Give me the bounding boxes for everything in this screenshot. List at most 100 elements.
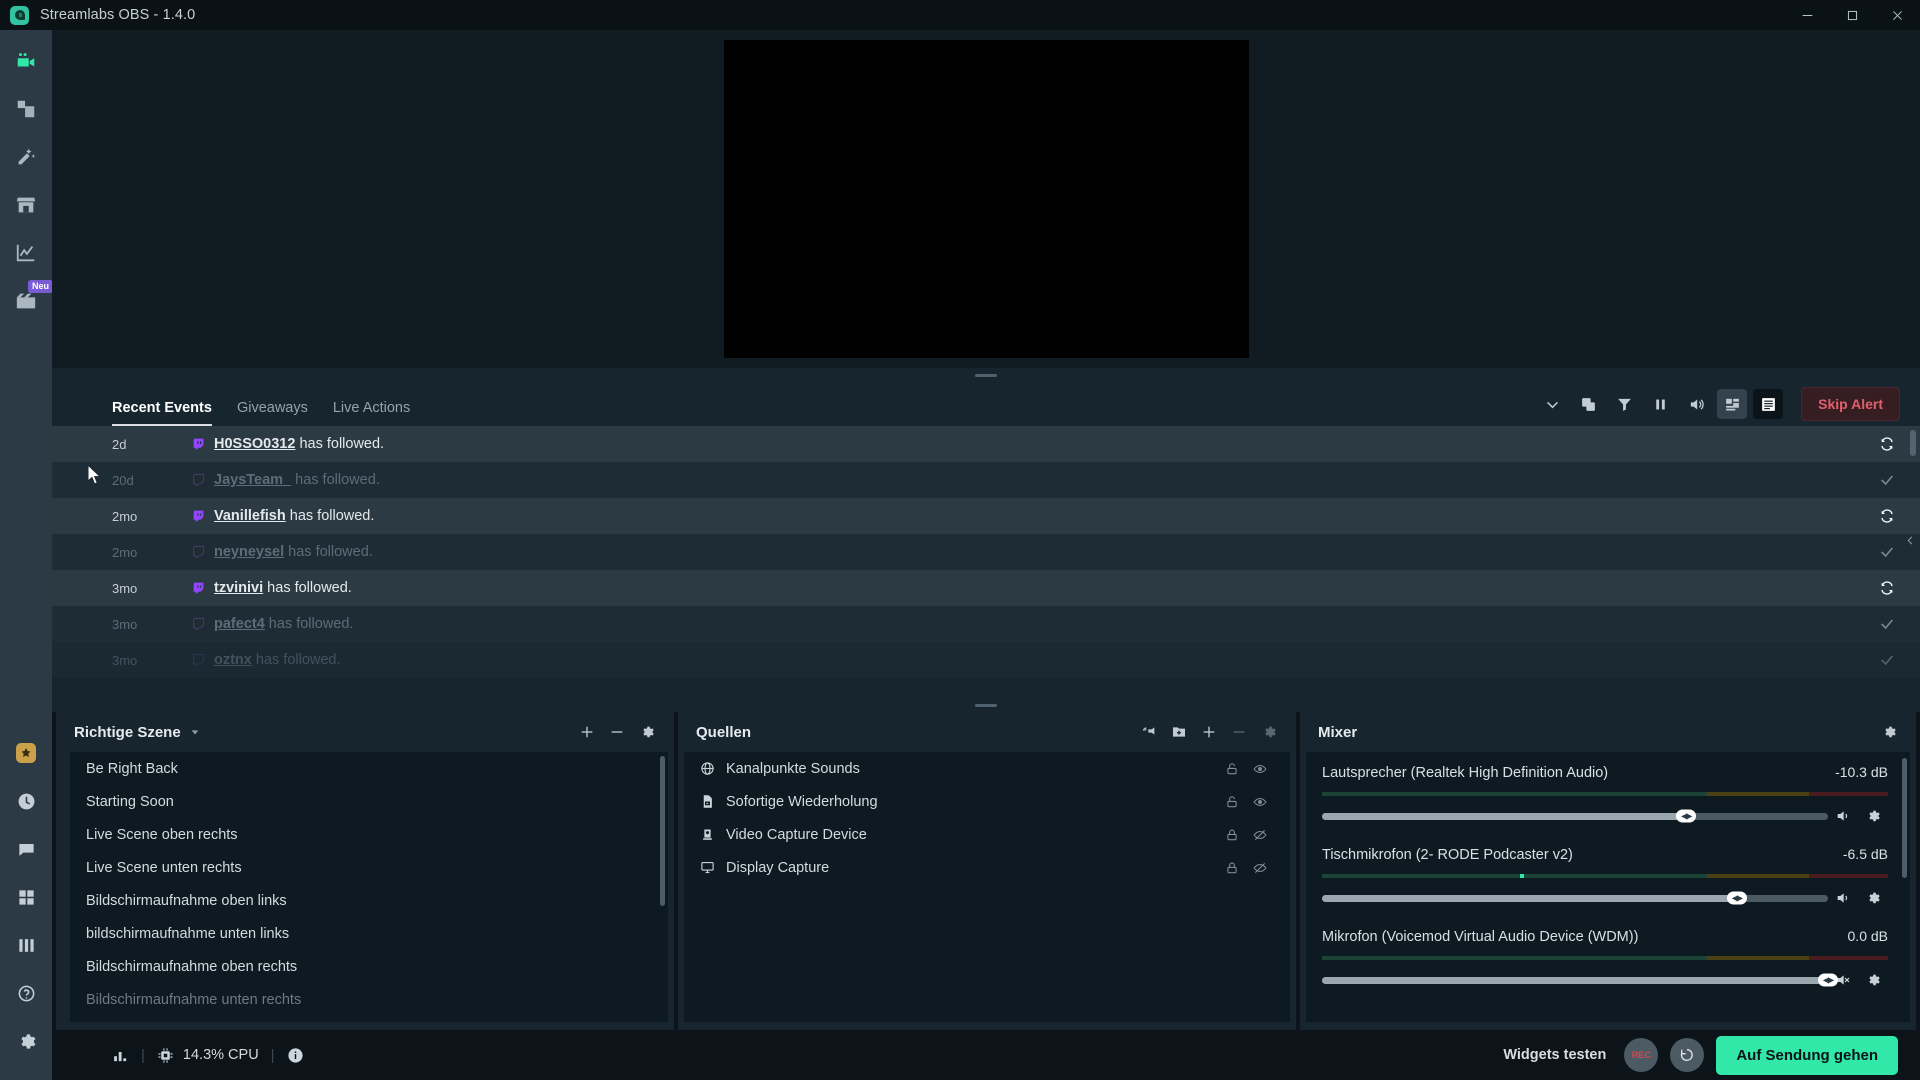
- mixer-settings-button[interactable]: [1876, 719, 1902, 745]
- channel-settings-icon[interactable]: [1858, 808, 1888, 824]
- event-username[interactable]: H0SSO0312: [214, 436, 295, 452]
- info-circle-icon[interactable]: [287, 1047, 304, 1064]
- lock-icon[interactable]: [1218, 828, 1246, 842]
- speaker-icon[interactable]: [1681, 389, 1711, 419]
- chevron-down-icon[interactable]: [1537, 389, 1567, 419]
- check-icon[interactable]: [1876, 544, 1898, 560]
- funnel-icon[interactable]: [1609, 389, 1639, 419]
- sidebar-item-mixer-bars[interactable]: [9, 928, 43, 962]
- sidebar-item-apps[interactable]: [9, 880, 43, 914]
- remove-scene-button[interactable]: [604, 719, 630, 745]
- sources-list[interactable]: Kanalpunkte Sounds Sofortige Wiederholun…: [684, 752, 1290, 1022]
- event-username[interactable]: JaysTeam_: [214, 472, 291, 488]
- replay-icon[interactable]: [1876, 580, 1898, 596]
- list-item[interactable]: Bildschirmaufnahme oben links: [70, 884, 668, 917]
- volume-knob[interactable]: ◀▶: [1676, 809, 1697, 823]
- skip-alert-button[interactable]: Skip Alert: [1801, 387, 1900, 421]
- volume-slider[interactable]: ◀▶: [1322, 809, 1828, 823]
- volume-knob[interactable]: ◀▶: [1818, 973, 1838, 987]
- event-username[interactable]: pafect4: [214, 616, 265, 632]
- sidebar-item-chat[interactable]: [9, 832, 43, 866]
- eye-slash-icon[interactable]: [1246, 828, 1274, 842]
- sidebar-item-editor[interactable]: [9, 44, 43, 78]
- event-username[interactable]: tzvinivi: [214, 580, 263, 596]
- source-settings-button[interactable]: [1256, 719, 1282, 745]
- replay-icon[interactable]: [1876, 508, 1898, 524]
- event-username[interactable]: Vanillefish: [214, 508, 286, 524]
- events-scrollbar[interactable]: [1910, 430, 1916, 456]
- speaker-icon[interactable]: [1828, 808, 1858, 824]
- volume-slider[interactable]: ◀▶: [1322, 973, 1838, 987]
- sidebar-item-alertbox[interactable]: [9, 140, 43, 174]
- go-live-button[interactable]: Auf Sendung gehen: [1716, 1035, 1898, 1075]
- replay-buffer-button[interactable]: [1670, 1038, 1705, 1072]
- event-username[interactable]: neyneysel: [214, 544, 284, 560]
- check-icon[interactable]: [1876, 616, 1898, 632]
- volume-slider[interactable]: ◀▶: [1322, 891, 1828, 905]
- list-item[interactable]: Starting Soon: [70, 785, 668, 818]
- tab-live-actions[interactable]: Live Actions: [333, 388, 410, 426]
- sidebar-item-highlighter[interactable]: Neu: [9, 280, 53, 318]
- list-item[interactable]: Be Right Back: [70, 752, 668, 785]
- list-item[interactable]: Bildschirmaufnahme unten rechts: [70, 983, 668, 1016]
- check-icon[interactable]: [1876, 652, 1898, 668]
- scene-settings-button[interactable]: [634, 719, 660, 745]
- compact-view-icon[interactable]: [1717, 389, 1748, 419]
- sidebar-item-help[interactable]: [9, 976, 43, 1010]
- eye-slash-icon[interactable]: [1246, 861, 1274, 875]
- close-icon[interactable]: [1875, 0, 1920, 30]
- stream-preview[interactable]: [52, 30, 1920, 368]
- table-row[interactable]: 3mo pafect4 has followed.: [52, 606, 1920, 642]
- list-view-icon[interactable]: [1753, 389, 1784, 419]
- table-row[interactable]: 2mo Vanillefish has followed.: [52, 498, 1920, 534]
- record-button[interactable]: REC: [1624, 1038, 1659, 1072]
- sidebar-item-prime[interactable]: [9, 736, 43, 770]
- sidebar-item-recent-activity[interactable]: [9, 784, 43, 818]
- scenes-list[interactable]: Be Right Back Starting Soon Live Scene o…: [70, 752, 668, 1022]
- chevron-left-icon[interactable]: [1902, 525, 1918, 555]
- check-icon[interactable]: [1876, 472, 1898, 488]
- bar-chart-icon[interactable]: [112, 1047, 129, 1064]
- remove-source-button[interactable]: [1226, 719, 1252, 745]
- list-item[interactable]: Live Scene unten rechts: [70, 851, 668, 884]
- volume-knob[interactable]: ◀▶: [1726, 891, 1747, 905]
- tab-giveaways[interactable]: Giveaways: [237, 388, 308, 426]
- mixer-scrollbar[interactable]: [1902, 758, 1907, 878]
- table-row[interactable]: 3mo oztnx has followed.: [52, 642, 1920, 678]
- list-item[interactable]: Display Capture: [684, 851, 1290, 884]
- sidebar-item-store[interactable]: [9, 188, 43, 222]
- scenes-scrollbar[interactable]: [660, 756, 665, 906]
- mixer-list[interactable]: Lautsprecher (Realtek High Definition Au…: [1306, 752, 1910, 1022]
- sidebar-item-dashboard[interactable]: [9, 236, 43, 270]
- list-item[interactable]: Kanalpunkte Sounds: [684, 752, 1290, 785]
- add-source-button[interactable]: [1196, 719, 1222, 745]
- pause-icon[interactable]: [1645, 389, 1675, 419]
- unlock-icon[interactable]: [1218, 795, 1246, 809]
- list-item[interactable]: Sofortige Wiederholung: [684, 785, 1290, 818]
- maximize-icon[interactable]: [1830, 0, 1875, 30]
- tab-recent-events[interactable]: Recent Events: [112, 388, 212, 426]
- folder-plus-icon[interactable]: [1166, 719, 1192, 745]
- list-item[interactable]: bildschirmaufnahme unten links: [70, 917, 668, 950]
- eye-icon[interactable]: [1246, 795, 1274, 809]
- panels-resize-handle[interactable]: [52, 698, 1920, 712]
- test-widgets-button[interactable]: Widgets testen: [1503, 1047, 1606, 1063]
- speaker-icon[interactable]: [1828, 890, 1858, 906]
- preview-resize-handle[interactable]: [52, 368, 1920, 382]
- chevron-down-icon[interactable]: [190, 727, 200, 737]
- table-row[interactable]: 20d JaysTeam_ has followed.: [52, 462, 1920, 498]
- unlock-icon[interactable]: [1218, 762, 1246, 776]
- add-scene-button[interactable]: [574, 719, 600, 745]
- list-item[interactable]: Video Capture Device: [684, 818, 1290, 851]
- events-list[interactable]: 2d H0SSO0312 has followed. 20d JaysTeam_…: [52, 426, 1920, 698]
- preview-canvas[interactable]: [723, 40, 1249, 358]
- table-row[interactable]: 3mo tzvinivi has followed.: [52, 570, 1920, 606]
- replay-icon[interactable]: [1876, 436, 1898, 452]
- minimize-icon[interactable]: [1785, 0, 1830, 30]
- audio-wave-icon[interactable]: [1136, 719, 1162, 745]
- list-item[interactable]: Bildschirmaufnahme oben rechts: [70, 950, 668, 983]
- event-username[interactable]: oztnx: [214, 652, 252, 668]
- eye-icon[interactable]: [1246, 762, 1274, 776]
- lock-icon[interactable]: [1218, 861, 1246, 875]
- copy-icon[interactable]: [1573, 389, 1603, 419]
